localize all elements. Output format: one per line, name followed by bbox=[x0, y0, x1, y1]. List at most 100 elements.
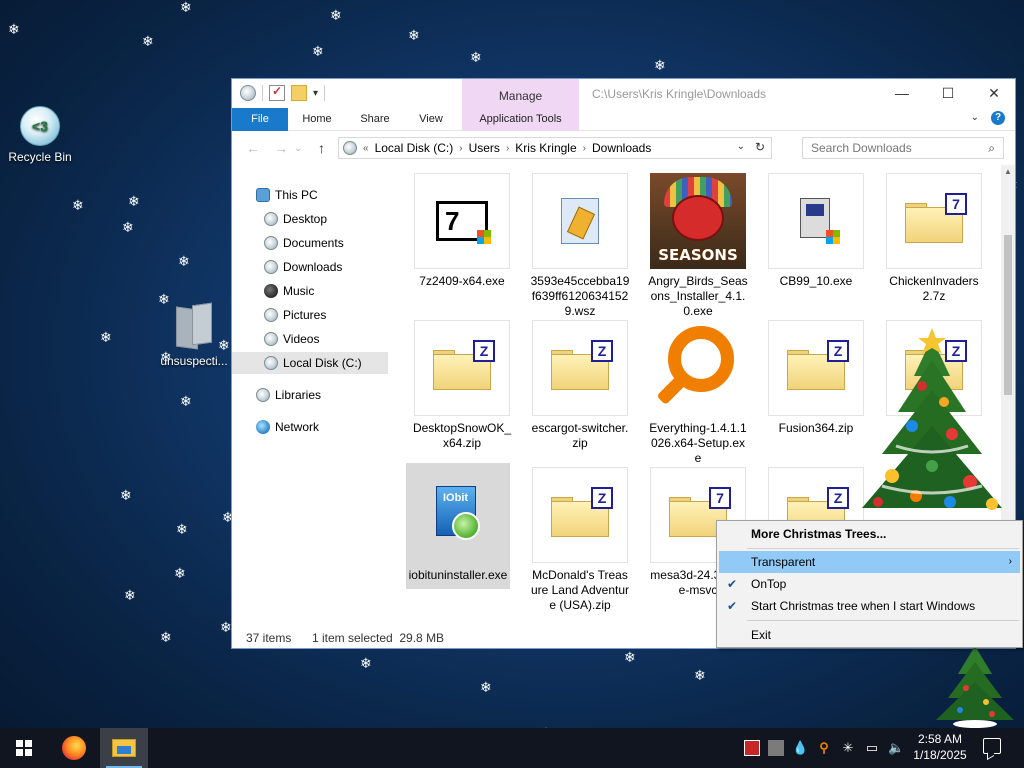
file-tile[interactable]: CB99_10.exe bbox=[764, 173, 868, 289]
tab-share[interactable]: Share bbox=[352, 108, 398, 131]
scroll-up-arrow-icon[interactable]: ▲ bbox=[1004, 167, 1012, 176]
recent-locations-chevron-icon[interactable]: ⌄ bbox=[294, 143, 302, 154]
snowflake-icon: ❄ bbox=[220, 619, 232, 635]
breadcrumb-overflow[interactable]: « bbox=[363, 143, 369, 154]
nav-local-disk[interactable]: Local Disk (C:) bbox=[232, 352, 388, 374]
close-button[interactable]: ✕ bbox=[980, 83, 1008, 103]
help-icon[interactable]: ? bbox=[991, 111, 1005, 125]
network-icon bbox=[256, 420, 270, 434]
address-dropdown-chevron-icon[interactable]: ⌄ bbox=[737, 141, 745, 152]
tab-home[interactable]: Home bbox=[294, 108, 340, 131]
volume-muted-icon[interactable]: 🔈 bbox=[888, 740, 904, 756]
submenu-arrow-icon: › bbox=[1008, 556, 1012, 567]
title-bar[interactable]: ▾ Manage C:\Users\Kris Kringle\Downloads… bbox=[232, 79, 1015, 108]
file-tile[interactable]: 7 7z2409-x64.exe bbox=[410, 173, 514, 289]
nav-this-pc[interactable]: This PC bbox=[256, 184, 386, 206]
desktop-icon-unsuspecting[interactable]: unsuspecti... bbox=[154, 302, 234, 368]
tab-file[interactable]: File bbox=[232, 108, 288, 131]
properties-icon[interactable] bbox=[269, 84, 285, 101]
ribbon-tabs: File Home Share View Application Tools ⌄… bbox=[232, 108, 1015, 131]
forward-arrow-icon[interactable]: → bbox=[274, 140, 288, 156]
tab-view[interactable]: View bbox=[408, 108, 454, 131]
notification-center-icon[interactable] bbox=[983, 738, 1001, 754]
small-christmas-tree-icon bbox=[936, 646, 1014, 728]
nav-pictures[interactable]: Pictures bbox=[264, 304, 386, 326]
breadcrumb-separator-icon[interactable]: › bbox=[506, 143, 509, 154]
menu-item-exit[interactable]: Exit bbox=[719, 624, 1020, 646]
nav-libraries[interactable]: Libraries bbox=[256, 384, 386, 406]
snowflake-icon: ❄ bbox=[142, 33, 154, 49]
snowflake-icon: ❄ bbox=[122, 219, 134, 235]
customize-toolbar-chevron-icon[interactable]: ▾ bbox=[313, 88, 318, 99]
snowflake-icon: ❄ bbox=[174, 565, 186, 581]
breadcrumb-kris-kringle[interactable]: Kris Kringle bbox=[515, 141, 576, 155]
nav-label: Videos bbox=[283, 332, 320, 346]
christmas-tree-widget[interactable] bbox=[852, 326, 1012, 522]
file-name: DesktopSnowOK_x64.zip bbox=[412, 421, 512, 450]
nav-documents[interactable]: Documents bbox=[264, 232, 386, 254]
libraries-icon bbox=[256, 388, 270, 402]
file-tile[interactable]: SEASONS Angry_Birds_Seasons_Installer_4.… bbox=[646, 173, 750, 319]
desktop-icon-label: Recycle Bin bbox=[8, 150, 72, 164]
nav-network[interactable]: Network bbox=[256, 416, 386, 438]
up-arrow-icon[interactable]: ↑ bbox=[318, 140, 325, 156]
maximize-button[interactable]: ☐ bbox=[934, 83, 962, 103]
menu-item-transparent[interactable]: Transparent › bbox=[719, 551, 1020, 573]
nav-downloads[interactable]: Downloads bbox=[264, 256, 386, 278]
network-tray-icon[interactable]: ▭ bbox=[864, 740, 880, 756]
address-bar[interactable]: « Local Disk (C:) › Users › Kris Kringle… bbox=[338, 137, 772, 159]
file-tile[interactable]: 7 ChickenInvaders 2.7z bbox=[882, 173, 986, 304]
zip-archive-icon: Z bbox=[768, 320, 864, 416]
desktop-icon-recycle-bin[interactable]: <3 Recycle Bin bbox=[0, 106, 80, 164]
file-tile[interactable]: Z McDonald's Treasure Land Adventure (US… bbox=[528, 467, 632, 613]
file-tile[interactable]: Z DesktopSnowOK_x64.zip bbox=[410, 320, 514, 451]
breadcrumb-separator-icon[interactable]: › bbox=[583, 143, 586, 154]
breadcrumb-users[interactable]: Users bbox=[469, 141, 500, 155]
nav-label: Documents bbox=[283, 236, 344, 250]
droplet-icon[interactable]: 💧 bbox=[792, 740, 808, 756]
app-tray-icon[interactable] bbox=[768, 740, 784, 756]
security-tray-icon[interactable] bbox=[744, 740, 760, 756]
file-tile-selected[interactable]: IObit iobituninstaller.exe bbox=[406, 463, 510, 589]
tab-application-tools[interactable]: Application Tools bbox=[462, 108, 579, 131]
menu-item-ontop[interactable]: ✔ OnTop bbox=[719, 573, 1020, 595]
nav-music[interactable]: Music bbox=[264, 280, 386, 302]
file-tile[interactable]: 3593e45ccebba19f639ff6120634152 9.wsz bbox=[528, 173, 632, 319]
file-tile[interactable]: Z escargot-switcher.zip bbox=[528, 320, 632, 451]
new-folder-icon[interactable] bbox=[291, 85, 307, 101]
snowflake-icon: ❄ bbox=[180, 0, 192, 15]
snowflake-icon: ❄ bbox=[624, 649, 636, 665]
menu-item-more-trees[interactable]: More Christmas Trees... bbox=[719, 523, 1020, 545]
nav-desktop[interactable]: Desktop bbox=[264, 208, 386, 230]
refresh-icon[interactable]: ↻ bbox=[755, 140, 765, 154]
start-button[interactable] bbox=[0, 728, 48, 768]
nav-videos[interactable]: Videos bbox=[264, 328, 386, 350]
taskbar-clock[interactable]: 2:58 AM 1/18/2025 bbox=[907, 731, 973, 763]
minimize-button[interactable]: — bbox=[888, 83, 916, 103]
everything-tray-icon[interactable]: ⚲ bbox=[816, 740, 832, 756]
file-name: escargot-switcher.zip bbox=[531, 421, 629, 450]
breadcrumb-local-disk[interactable]: Local Disk (C:) bbox=[375, 141, 454, 155]
nav-label: Network bbox=[275, 420, 320, 434]
snowflake-icon: ❄ bbox=[8, 21, 20, 37]
snowflake-icon: ❄ bbox=[312, 43, 324, 59]
search-input[interactable]: Search Downloads ⌕ bbox=[802, 137, 1004, 159]
breadcrumb-separator-icon[interactable]: › bbox=[459, 143, 462, 154]
taskbar-file-explorer[interactable] bbox=[100, 728, 148, 768]
search-placeholder: Search Downloads bbox=[811, 141, 912, 155]
expand-ribbon-chevron-icon[interactable]: ⌄ bbox=[971, 112, 979, 123]
selection-info: 1 item selected 29.8 MB bbox=[312, 631, 445, 645]
menu-item-start-with-windows[interactable]: ✔ Start Christmas tree when I start Wind… bbox=[719, 595, 1020, 617]
taskbar-firefox[interactable] bbox=[50, 728, 98, 768]
snowflake-tray-icon[interactable]: ✳ bbox=[840, 740, 856, 756]
zip-archive-icon: Z bbox=[532, 320, 628, 416]
breadcrumb-downloads[interactable]: Downloads bbox=[592, 141, 651, 155]
file-tile[interactable]: Everything-1.4.1.1026.x64-Setup.exe bbox=[646, 320, 750, 466]
windows-logo-icon bbox=[16, 740, 32, 756]
back-arrow-icon[interactable]: ← bbox=[246, 140, 260, 156]
snowflake-icon: ❄ bbox=[470, 49, 482, 65]
manage-contextual-tab[interactable]: Manage bbox=[462, 79, 579, 108]
checkmark-icon: ✔ bbox=[727, 599, 738, 613]
system-tray: 💧 ⚲ ✳ ▭ 🔈 bbox=[740, 728, 908, 768]
recycle-bin-icon: <3 bbox=[20, 106, 60, 146]
